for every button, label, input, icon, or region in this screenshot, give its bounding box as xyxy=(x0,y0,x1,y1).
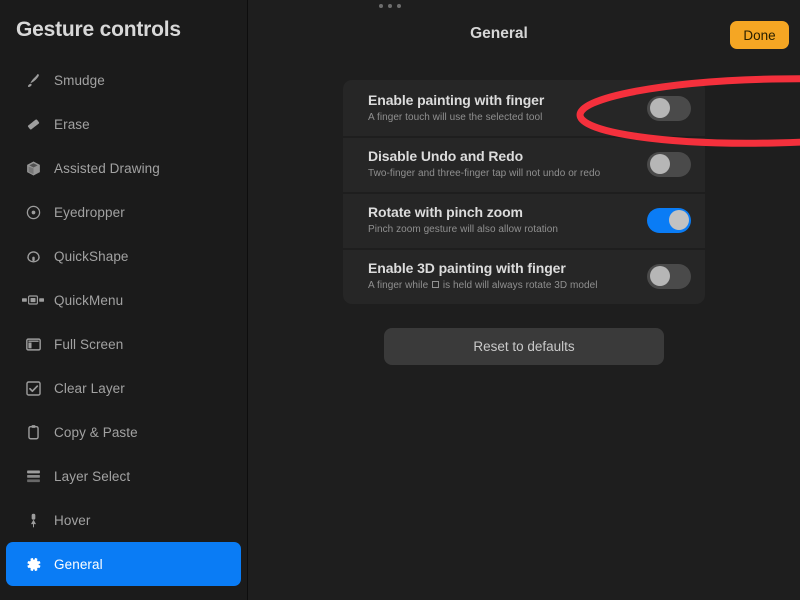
sidebar-item-label: Hover xyxy=(54,512,91,528)
setting-subtitle: Pinch zoom gesture will also allow rotat… xyxy=(368,224,559,235)
sidebar-item-eyedropper[interactable]: Eyedropper xyxy=(6,190,241,234)
setting-subtitle: A finger while is held will always rotat… xyxy=(368,280,647,292)
sidebar-item-quickmenu[interactable]: QuickMenu xyxy=(6,278,241,322)
setting-title: Enable 3D painting with finger xyxy=(368,260,566,276)
setting-title: Rotate with pinch zoom xyxy=(368,204,523,220)
sidebar-item-clear-layer[interactable]: Clear Layer xyxy=(6,366,241,410)
main-panel: General Done Enable painting with finger… xyxy=(248,0,800,600)
setting-subtitle: A finger touch will use the selected too… xyxy=(368,112,543,123)
done-button[interactable]: Done xyxy=(730,21,789,49)
hover-pin-icon xyxy=(16,512,50,529)
sidebar-title: Gesture controls xyxy=(16,18,181,41)
sidebar-item-label: General xyxy=(54,556,103,572)
toggle-knob xyxy=(649,266,670,286)
gear-icon xyxy=(16,556,50,573)
sidebar-item-smudge[interactable]: Smudge xyxy=(6,58,241,102)
sidebar-item-layer-select[interactable]: Layer Select xyxy=(6,454,241,498)
setting-row[interactable]: Disable Undo and Redo Two-finger and thre… xyxy=(343,136,705,192)
setting-texts: Enable painting with finger A finger touc… xyxy=(368,92,647,124)
sidebar-item-hover[interactable]: Hover xyxy=(6,498,241,542)
setting-title: Disable Undo and Redo xyxy=(368,148,524,164)
sidebar-item-label: QuickMenu xyxy=(54,292,124,308)
toggle-knob xyxy=(668,210,689,230)
sidebar-item-label: Eyedropper xyxy=(54,204,125,220)
checkbox-icon xyxy=(16,380,50,397)
eraser-icon xyxy=(16,116,50,133)
sidebar-item-general[interactable]: General xyxy=(6,542,241,586)
eyedropper-icon xyxy=(16,204,50,221)
smudge-icon xyxy=(16,72,50,89)
sidebar-item-label: Clear Layer xyxy=(54,380,125,396)
setting-row[interactable]: Rotate with pinch zoom Pinch zoom gesture… xyxy=(343,192,705,248)
clipboard-icon xyxy=(16,424,50,441)
sidebar-item-label: Assisted Drawing xyxy=(54,160,160,176)
setting-subtitle-prefix: A finger while xyxy=(368,280,429,291)
setting-row[interactable]: Enable 3D painting with finger A finger w… xyxy=(343,248,705,304)
keyboard-key-icon xyxy=(432,281,440,288)
toggle-knob xyxy=(649,154,670,174)
gesture-controls-settings-window: Gesture controls Smudge Erase Assisted Dra… xyxy=(0,0,800,600)
three-dots-handle-icon[interactable] xyxy=(379,4,401,8)
sidebar-item-label: Layer Select xyxy=(54,468,131,484)
sidebar-nav-list: Smudge Erase Assisted Drawing Eyedropper Qui… xyxy=(0,58,247,586)
sidebar-item-quickshape[interactable]: QuickShape xyxy=(6,234,241,278)
sidebar-item-erase[interactable]: Erase xyxy=(6,102,241,146)
sidebar-item-label: Full Screen xyxy=(54,336,124,352)
setting-toggle[interactable] xyxy=(647,263,691,289)
setting-subtitle: Two-finger and three-finger tap will not… xyxy=(368,168,601,179)
setting-title: Enable painting with finger xyxy=(368,92,545,108)
reset-to-defaults-button[interactable]: Reset to defaults xyxy=(384,328,664,365)
sidebar-item-label: Copy & Paste xyxy=(54,424,138,440)
quickshape-icon xyxy=(16,248,50,265)
sidebar: Gesture controls Smudge Erase Assisted Dra… xyxy=(0,0,248,600)
setting-texts: Disable Undo and Redo Two-finger and thre… xyxy=(368,148,647,180)
sidebar-item-label: Erase xyxy=(54,116,90,132)
quickmenu-icon xyxy=(16,293,50,307)
setting-row[interactable]: Enable painting with finger A finger touc… xyxy=(343,80,705,136)
setting-subtitle-suffix: is held will always rotate 3D model xyxy=(442,280,598,291)
setting-toggle[interactable] xyxy=(647,151,691,177)
settings-card: Enable painting with finger A finger touc… xyxy=(343,80,705,304)
setting-texts: Rotate with pinch zoom Pinch zoom gesture… xyxy=(368,204,647,236)
sidebar-item-label: Smudge xyxy=(54,72,105,88)
sidebar-item-copy-paste[interactable]: Copy & Paste xyxy=(6,410,241,454)
cube-icon xyxy=(16,160,50,177)
layers-icon xyxy=(16,468,50,485)
page-title: General xyxy=(470,25,528,42)
toggle-knob xyxy=(649,98,670,118)
setting-toggle[interactable] xyxy=(647,207,691,233)
setting-toggle[interactable] xyxy=(647,95,691,121)
fullscreen-icon xyxy=(16,336,50,353)
sidebar-item-label: QuickShape xyxy=(54,248,129,264)
setting-texts: Enable 3D painting with finger A finger w… xyxy=(368,260,647,292)
sidebar-item-assisted-drawing[interactable]: Assisted Drawing xyxy=(6,146,241,190)
sidebar-item-full-screen[interactable]: Full Screen xyxy=(6,322,241,366)
